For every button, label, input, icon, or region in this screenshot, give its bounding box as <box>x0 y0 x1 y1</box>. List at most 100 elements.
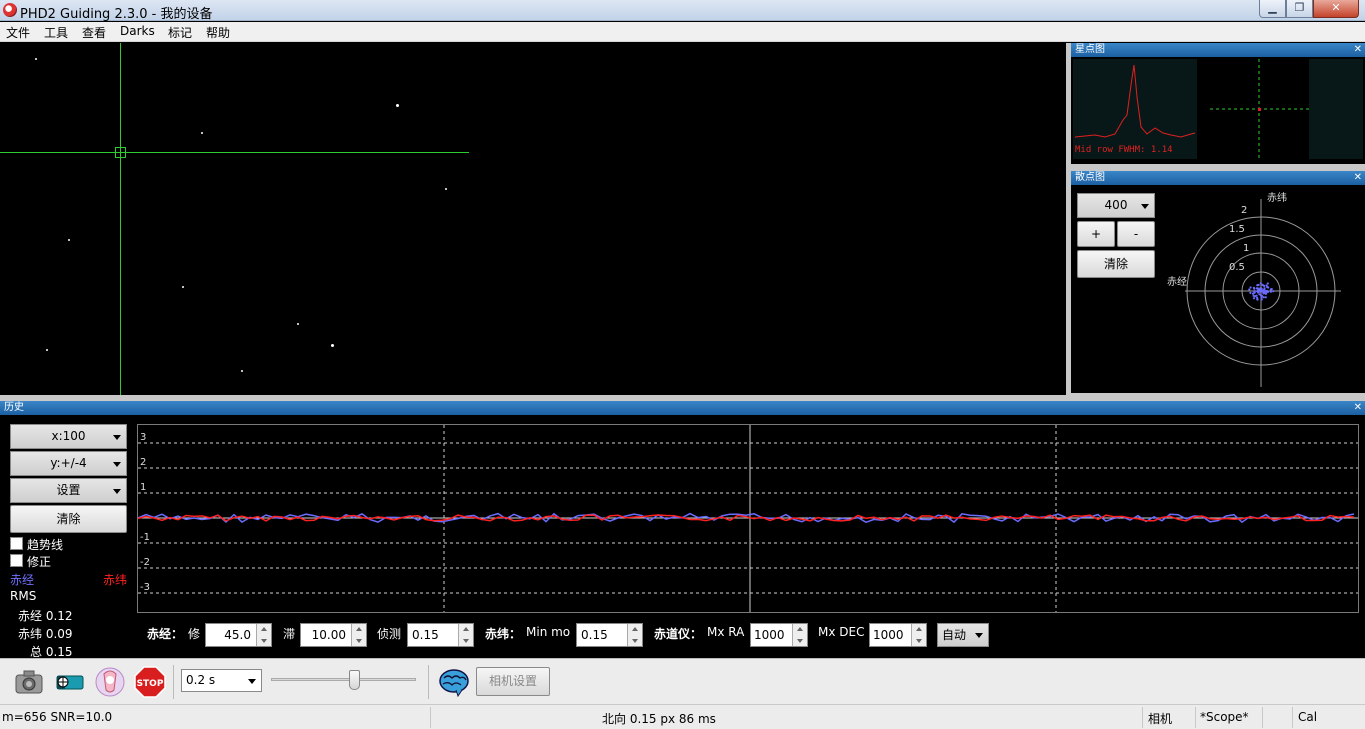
chevron-down-icon <box>113 488 121 494</box>
scatter-panel-title: 散点图 ✕ <box>1071 171 1365 185</box>
max-ra-label: Mx RA <box>707 625 745 639</box>
scatter-point <box>1262 296 1265 299</box>
scatter-point <box>1248 288 1251 291</box>
history-clear-button[interactable]: 清除 <box>10 505 127 533</box>
toolbar: STOP 0.2 s 相机设置 <box>0 658 1365 704</box>
close-icon[interactable]: ✕ <box>1354 43 1362 57</box>
gamma-slider-track[interactable] <box>271 678 416 681</box>
window-title: PHD2 Guiding 2.3.0 - 我的设备 <box>20 7 213 22</box>
history-graph: 3 2 1 -1 -2 -3 <box>137 424 1359 613</box>
scatter-point <box>1251 292 1255 295</box>
scatter-point <box>1249 286 1252 289</box>
trendline-label: 趋势线 <box>27 538 64 552</box>
scatter-point <box>1252 294 1255 297</box>
scatter-point <box>1255 294 1258 297</box>
camera-view[interactable] <box>0 43 1066 395</box>
status-guide-info: 北向 0.15 px 86 ms <box>602 712 716 726</box>
scatter-point <box>1261 283 1264 286</box>
correction-checkbox[interactable] <box>10 554 23 567</box>
rms-dec-value: 赤纬 0.09 <box>18 627 73 641</box>
ra-aggressiveness-field[interactable]: 45.0 <box>205 623 272 647</box>
scatter-point <box>1266 285 1269 289</box>
dec-controls-label: 赤纬： <box>485 627 522 641</box>
scatter-point <box>1265 292 1268 295</box>
history-title: 历史 ✕ <box>0 401 1365 415</box>
trendline-checkbox[interactable] <box>10 537 23 550</box>
ring-label: 1.5 <box>1229 224 1245 235</box>
rms-ra-value: 赤经 0.12 <box>18 609 73 623</box>
stop-icon[interactable]: STOP <box>134 666 166 698</box>
exposure-select[interactable]: 0.2 s <box>181 669 262 692</box>
close-icon[interactable]: ✕ <box>1354 401 1362 415</box>
maximize-button[interactable]: ❐ <box>1286 0 1313 18</box>
scatter-clear-button[interactable]: 清除 <box>1077 250 1155 278</box>
menu-tools[interactable]: 工具 <box>44 24 68 41</box>
crosshair-vertical <box>120 43 121 395</box>
scatter-point <box>1259 282 1262 285</box>
history-settings-select[interactable]: 设置 <box>10 478 127 503</box>
camera-settings-button[interactable]: 相机设置 <box>476 667 550 696</box>
minimize-button[interactable]: ▁ <box>1259 0 1286 18</box>
scatter-point <box>1266 282 1269 285</box>
ra-hysteresis-label: 滞 <box>283 627 296 641</box>
chevron-down-icon <box>975 633 983 638</box>
dec-minmo-field[interactable]: 0.15 <box>576 623 643 647</box>
star-profile-graph: Mid row FWHM: 1.14 <box>1073 59 1363 159</box>
ring-label: 2 <box>1241 205 1247 216</box>
scatter-zoom-in-button[interactable]: + <box>1077 221 1115 247</box>
history-x-scale-select[interactable]: x:100 <box>10 424 127 449</box>
y-tick: -1 <box>140 532 150 543</box>
ra-minmo-field[interactable]: 0.15 <box>407 623 474 647</box>
menu-help[interactable]: 帮助 <box>206 24 230 41</box>
menu-file[interactable]: 文件 <box>6 24 30 41</box>
max-dec-field[interactable]: 1000 <box>869 623 927 647</box>
scatter-point <box>1256 287 1259 290</box>
scatter-zoom-out-button[interactable]: - <box>1117 221 1155 247</box>
status-camera: 相机 <box>1148 712 1173 726</box>
chevron-down-icon <box>248 678 256 684</box>
legend-dec: 赤纬 <box>103 573 128 587</box>
guide-icon[interactable] <box>54 666 86 698</box>
spin-arrows-icon[interactable] <box>911 624 926 646</box>
calibration-icon[interactable] <box>94 666 126 698</box>
menu-view[interactable]: 查看 <box>82 24 106 41</box>
max-dec-label: Mx DEC <box>818 625 865 639</box>
rms-label: RMS <box>10 589 37 603</box>
chevron-down-icon <box>113 461 121 467</box>
brain-icon[interactable] <box>438 666 470 698</box>
guide-star-box <box>115 147 126 158</box>
scatter-point <box>1260 298 1263 301</box>
spin-arrows-icon[interactable] <box>256 624 271 646</box>
ra-aggressiveness-label: 修 <box>188 627 201 641</box>
legend-ra: 赤经 <box>10 573 35 587</box>
status-separator <box>1195 707 1196 728</box>
status-separator <box>1292 707 1293 728</box>
dec-guide-mode-select[interactable]: 自动 <box>937 623 989 647</box>
max-ra-field[interactable]: 1000 <box>750 623 808 647</box>
toolbar-separator <box>173 665 174 699</box>
close-icon[interactable]: ✕ <box>1354 171 1362 185</box>
spin-arrows-icon[interactable] <box>792 624 807 646</box>
close-button[interactable]: ✕ <box>1313 0 1359 18</box>
spin-arrows-icon[interactable] <box>351 624 366 646</box>
menu-bookmarks[interactable]: 标记 <box>168 24 192 41</box>
y-tick: 2 <box>140 457 146 468</box>
scatter-point <box>1272 290 1275 293</box>
scatter-point <box>1259 289 1262 292</box>
ra-hysteresis-field[interactable]: 10.00 <box>300 623 367 647</box>
ring-label: 1 <box>1243 243 1249 254</box>
star <box>297 323 299 325</box>
menu-darks[interactable]: Darks <box>120 24 155 38</box>
menu-bar: 文件 工具 查看 Darks 标记 帮助 <box>0 22 1365 42</box>
history-y-scale-select[interactable]: y:+/-4 <box>10 451 127 476</box>
scatter-point <box>1269 288 1272 291</box>
star <box>331 344 334 347</box>
title-bar: PHD2 Guiding 2.3.0 - 我的设备 ▁ ❐ ✕ <box>0 0 1365 22</box>
scatter-scale-select[interactable]: 400 <box>1077 193 1155 218</box>
y-tick: 3 <box>140 432 146 443</box>
gamma-slider-thumb[interactable] <box>349 670 360 690</box>
spin-arrows-icon[interactable] <box>458 624 473 646</box>
spin-arrows-icon[interactable] <box>627 624 642 646</box>
camera-loop-icon[interactable] <box>13 666 45 698</box>
star <box>241 370 243 372</box>
